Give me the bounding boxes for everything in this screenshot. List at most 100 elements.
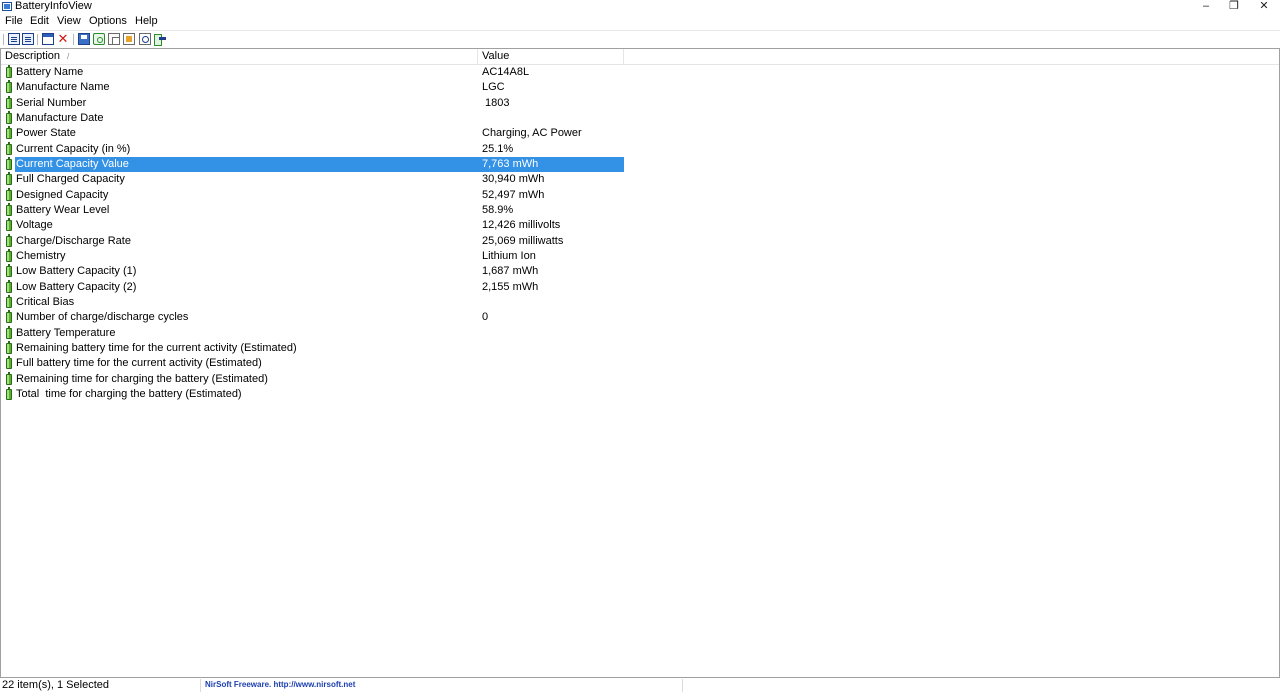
battery-icon [6, 65, 12, 78]
menu-help[interactable]: Help [135, 15, 158, 28]
battery-icon [6, 172, 12, 186]
battery-icon [6, 279, 12, 293]
toolbar: ✕ [0, 30, 1280, 47]
table-row[interactable]: Low Battery Capacity (1) 1,687 mWh [1, 264, 1279, 279]
cell-description: Battery Name [16, 66, 84, 78]
toolbar-separator [73, 34, 74, 45]
table-row[interactable]: Battery Temperature [1, 325, 1279, 341]
battery-info-list[interactable]: Description / Value Battery Name AC14A8L M… [0, 48, 1280, 678]
exit-icon[interactable] [154, 33, 166, 46]
properties-icon[interactable] [8, 33, 20, 45]
table-row[interactable]: Remaining battery time for the current a… [1, 340, 1279, 356]
menu-options[interactable]: Options [89, 15, 127, 28]
find-icon[interactable] [139, 33, 151, 45]
table-row[interactable]: Manufacture Date [1, 110, 1279, 126]
table-row[interactable]: Low Battery Capacity (2) 2,155 mWh [1, 279, 1279, 295]
sort-ascending-icon: / [67, 52, 70, 61]
menu-edit[interactable]: Edit [30, 15, 49, 28]
table-row[interactable]: Critical Bias [1, 294, 1279, 310]
cell-description: Chemistry [16, 249, 66, 262]
table-row[interactable]: Full battery time for the current activi… [1, 356, 1279, 371]
table-row[interactable]: Designed Capacity 52,497 mWh [1, 187, 1279, 203]
cell-description: Critical Bias [16, 295, 75, 308]
table-row[interactable]: Current Capacity (in %) 25.1% [1, 141, 1279, 157]
minimize-button[interactable]: – [1191, 0, 1221, 14]
cell-description: Low Battery Capacity (2) [16, 280, 137, 293]
status-item-count: 22 item(s), 1 Selected [2, 679, 109, 691]
table-row[interactable]: Manufacture Name LGC [1, 80, 1279, 95]
battery-icon [6, 340, 12, 354]
column-header-value[interactable]: Value [478, 49, 624, 65]
refresh-icon[interactable] [93, 33, 105, 45]
restore-button[interactable]: ❐ [1219, 0, 1249, 14]
toolbar-separator [3, 34, 4, 45]
cell-description: Battery Temperature [16, 326, 116, 339]
battery-icon [6, 218, 12, 232]
cell-value: 25,069 milliwatts [482, 234, 564, 247]
cell-value: Lithium Ion [482, 249, 536, 262]
cell-value: 12,426 millivolts [482, 219, 561, 232]
title-bar: BatteryInfoView – ❐ ✕ [0, 0, 1280, 14]
battery-icon [6, 80, 12, 94]
cell-value: 0 [482, 311, 489, 324]
menu-bar: File Edit View Options Help [0, 14, 1280, 29]
battery-icon [6, 156, 12, 170]
status-separator [682, 679, 683, 692]
battery-icon [6, 294, 12, 308]
cell-value: Charging, AC Power [482, 127, 582, 140]
cell-value: 58.9% [482, 203, 514, 216]
cell-description: Remaining time for charging the battery … [16, 372, 268, 385]
table-row[interactable]: Current Capacity Value 7,763 mWh [1, 156, 1279, 172]
cell-value: LGC [482, 81, 505, 94]
battery-icon [6, 95, 12, 109]
battery-icon [6, 371, 12, 385]
cell-value: 1,687 mWh [482, 265, 539, 278]
html-report-icon[interactable] [22, 33, 34, 45]
cell-description: Manufacture Date [16, 111, 104, 124]
table-row[interactable]: Remaining time for charging the battery … [1, 371, 1279, 387]
close-button[interactable]: ✕ [1249, 0, 1279, 14]
column-header-description[interactable]: Description / [1, 49, 478, 65]
delete-icon[interactable]: ✕ [57, 32, 69, 45]
battery-icon [6, 356, 12, 370]
column-header-description-label: Description [5, 50, 61, 62]
html-icon[interactable] [123, 33, 135, 45]
cell-description: Manufacture Name [16, 81, 110, 94]
cell-description: Remaining battery time for the current a… [16, 341, 297, 354]
table-row[interactable]: Battery Wear Level 58.9% [1, 202, 1279, 218]
cell-value: 52,497 mWh [482, 188, 545, 201]
cell-description: Serial Number [16, 96, 87, 109]
table-row[interactable]: Full Charged Capacity 30,940 mWh [1, 172, 1279, 187]
cell-description: Battery Wear Level [16, 203, 110, 216]
list-header: Description / Value [1, 49, 1279, 65]
cell-value: 7,763 mWh [482, 157, 539, 170]
menu-view[interactable]: View [57, 15, 81, 28]
table-row[interactable]: Battery Name AC14A8L [1, 65, 1279, 80]
nirsoft-link[interactable]: NirSoft Freeware. http://www.nirsoft.net [205, 680, 355, 690]
table-row[interactable]: Charge/Discharge Rate 25,069 milliwatts [1, 233, 1279, 249]
table-row[interactable]: Chemistry Lithium Ion [1, 248, 1279, 264]
table-row[interactable]: Voltage 12,426 millivolts [1, 218, 1279, 233]
cell-description: Power State [16, 127, 76, 140]
battery-icon [6, 202, 12, 216]
cell-description: Voltage [16, 219, 53, 232]
battery-icon [6, 110, 12, 124]
table-row[interactable]: Number of charge/discharge cycles 0 [1, 310, 1279, 325]
status-bar: 22 item(s), 1 Selected NirSoft Freeware.… [0, 678, 1280, 693]
table-row[interactable]: Power State Charging, AC Power [1, 126, 1279, 141]
cell-description: Full Charged Capacity [16, 173, 125, 186]
battery-icon [6, 325, 12, 339]
battery-icon [6, 310, 12, 324]
copy-icon[interactable] [108, 33, 120, 45]
cell-value: AC14A8L [482, 66, 530, 78]
column-header-value-label: Value [482, 50, 510, 62]
battery-icon [6, 187, 12, 201]
menu-file[interactable]: File [5, 15, 23, 28]
save-icon[interactable] [78, 33, 90, 45]
cell-value: 30,940 mWh [482, 173, 545, 186]
cell-value: 2,155 mWh [482, 280, 539, 293]
table-row[interactable]: Serial Number 1803 [1, 95, 1279, 111]
battery-icon [6, 233, 12, 247]
table-row[interactable]: Total time for charging the battery (Est… [1, 386, 1279, 402]
window-icon[interactable] [42, 33, 54, 45]
